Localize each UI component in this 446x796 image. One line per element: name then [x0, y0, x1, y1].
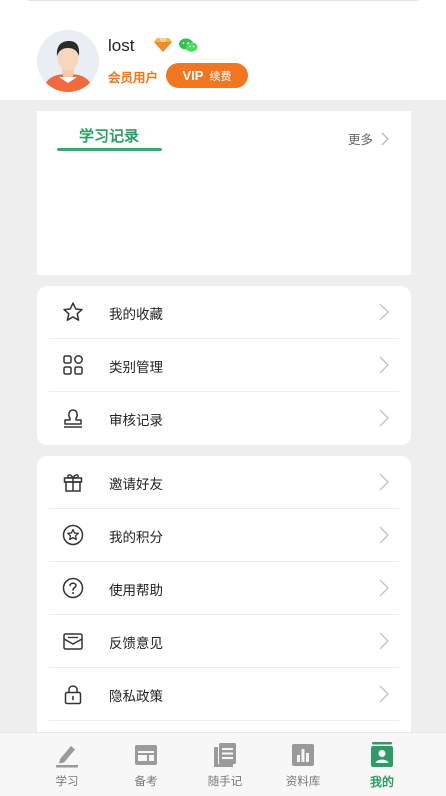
lock-icon — [64, 685, 82, 705]
menu-item-privacy-policy[interactable]: 隐私政策 — [37, 668, 411, 721]
tab-exam-prep[interactable]: 备考 — [106, 733, 186, 796]
tab-label: 随手记 — [207, 774, 243, 788]
menu-group-2: 邀请好友 我的积分 使用帮助 反馈意见 隐私政策 — [37, 456, 411, 756]
chevron-right-icon — [381, 132, 389, 145]
chevron-right-icon — [379, 473, 389, 491]
tab-mine[interactable]: 我的 — [342, 733, 422, 796]
gift-icon — [63, 474, 83, 492]
username: lost — [108, 36, 135, 55]
chevron-right-icon — [379, 303, 389, 321]
avatar-person-icon — [37, 30, 99, 92]
menu-item-invite-friends[interactable]: 邀请好友 — [37, 456, 411, 509]
pen-icon — [56, 746, 78, 768]
chevron-right-icon — [379, 685, 389, 703]
menu-label: 我的积分 — [109, 530, 163, 546]
profile-card-icon — [371, 742, 393, 767]
points-star-icon — [62, 524, 84, 546]
renew-text: 续费 — [209, 70, 232, 83]
chevron-right-icon — [379, 356, 389, 374]
study-record-underline — [57, 148, 162, 151]
bottom-tab-bar: 学习 备考 随手记 资料库 我的 — [0, 732, 446, 796]
menu-label: 类别管理 — [109, 360, 163, 376]
menu-item-my-points[interactable]: 我的积分 — [37, 509, 411, 562]
menu-item-review-records[interactable]: 审核记录 — [37, 392, 411, 445]
top-divider — [28, 0, 418, 1]
tab-study[interactable]: 学习 — [27, 733, 107, 796]
stamp-icon — [64, 409, 82, 428]
menu-item-category-manage[interactable]: 类别管理 — [37, 339, 411, 392]
more-link[interactable]: 更多 — [348, 129, 389, 148]
tab-label: 资料库 — [285, 774, 321, 788]
menu-label: 使用帮助 — [109, 583, 163, 599]
chevron-right-icon — [379, 632, 389, 650]
wechat-icon[interactable] — [178, 37, 198, 53]
vip-text: VIP — [182, 68, 204, 83]
grid-icon — [63, 355, 83, 375]
tab-label: 我的 — [369, 775, 394, 789]
notes-icon — [214, 743, 236, 767]
study-record-title[interactable]: 学习记录 — [79, 125, 139, 146]
menu-label: 反馈意见 — [109, 636, 163, 652]
tab-notes[interactable]: 随手记 — [185, 733, 265, 796]
menu-label: 我的收藏 — [109, 307, 163, 323]
tab-label: 备考 — [134, 774, 158, 788]
feedback-mail-icon — [63, 633, 83, 650]
calendar-board-icon — [135, 745, 157, 765]
member-label: 会员用户 — [108, 70, 159, 85]
vip-renew-button[interactable]: VIP 续费 — [166, 63, 248, 88]
chevron-right-icon — [379, 579, 389, 597]
menu-label: 邀请好友 — [109, 477, 163, 493]
menu-item-help[interactable]: 使用帮助 — [37, 562, 411, 615]
chevron-right-icon — [379, 526, 389, 544]
menu-item-feedback[interactable]: 反馈意见 — [37, 615, 411, 668]
menu-label: 审核记录 — [109, 413, 163, 429]
menu-item-favorites[interactable]: 我的收藏 — [37, 286, 411, 339]
tab-library[interactable]: 资料库 — [263, 733, 343, 796]
bar-chart-icon — [292, 744, 314, 766]
menu-group-1: 我的收藏 类别管理 审核记录 — [37, 286, 411, 445]
menu-label: 隐私政策 — [109, 689, 163, 705]
study-record-card: 学习记录 更多 — [37, 111, 411, 275]
chevron-right-icon — [379, 409, 389, 427]
diamond-icon — [154, 38, 172, 52]
help-icon — [62, 577, 84, 599]
star-icon — [63, 302, 83, 321]
tab-label: 学习 — [55, 774, 79, 788]
avatar[interactable] — [37, 30, 99, 92]
more-label: 更多 — [347, 132, 373, 147]
